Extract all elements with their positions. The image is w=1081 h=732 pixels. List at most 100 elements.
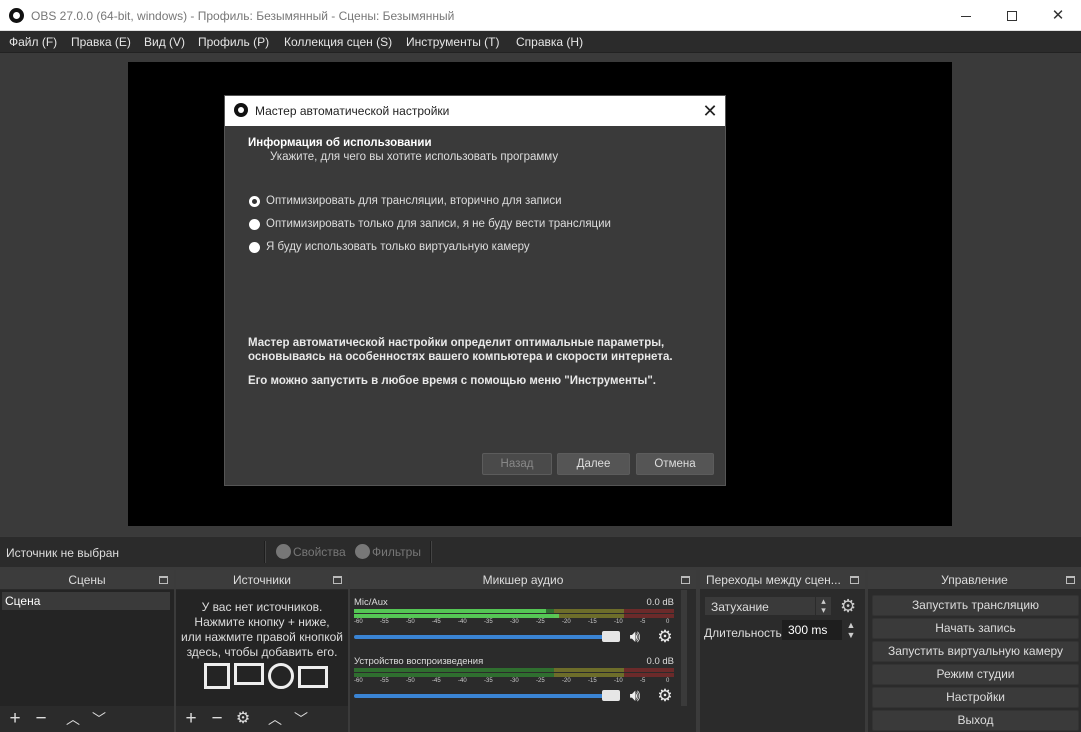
source-properties-gear-icon[interactable]: ⚙	[233, 710, 253, 728]
back-button[interactable]: Назад	[482, 453, 552, 475]
studio-mode-button[interactable]: Режим студии	[872, 664, 1079, 685]
meter-scale-tick: -45	[432, 619, 441, 625]
speaker-icon[interactable]: 🔊︎	[624, 628, 646, 646]
wizard-tools-hint: Его можно запустить в любое время с помо…	[248, 375, 656, 387]
float-dock-icon[interactable]	[159, 576, 168, 584]
mixer-dock-header: Микшер аудио	[350, 570, 696, 590]
meter-scale-tick: 0	[666, 678, 670, 684]
meter-scale-tick: -10	[614, 619, 623, 625]
menu-help[interactable]: Справка (H)	[516, 35, 583, 49]
gear-icon[interactable]: ⚙	[654, 687, 676, 705]
menu-view[interactable]: Вид (V)	[144, 35, 185, 49]
minimize-button[interactable]	[943, 0, 989, 31]
controls-dock-title: Управление	[941, 573, 1008, 587]
mixer-channels: Mic/Aux 0.0 dB -60 -55 -50 -45 -40 -35 -30 -25-…	[350, 590, 696, 732]
scenes-list[interactable]: Сцена	[0, 590, 174, 706]
slider-handle[interactable]	[602, 631, 620, 642]
channel-name: Устройство воспроизведения	[354, 656, 484, 667]
meter-scale-tick: -25	[536, 619, 545, 625]
add-source-button[interactable]: +	[181, 709, 201, 728]
meter-scale-tick: -15	[588, 619, 597, 625]
camera-icon	[298, 666, 328, 688]
move-scene-down-button[interactable]: ﹀	[89, 710, 109, 728]
wizard-description: Мастер автоматической настройки определи…	[248, 337, 665, 349]
add-scene-button[interactable]: +	[5, 709, 25, 728]
scene-list-item[interactable]: Сцена	[2, 592, 170, 610]
meter-scale-tick: -30	[510, 619, 519, 625]
sources-dock-header: Источники	[176, 570, 348, 590]
menu-tools[interactable]: Инструменты (T)	[406, 35, 499, 49]
duration-stepper[interactable]: ▲ ▼	[844, 620, 858, 640]
cancel-button[interactable]: Отмена	[636, 453, 714, 475]
float-dock-icon[interactable]	[681, 576, 690, 584]
slider-handle[interactable]	[602, 690, 620, 701]
dialog-title: Мастер автоматической настройки	[255, 104, 450, 118]
transitions-body: Затухание ▴ ▾ ⚙ Длительность 300 ms ▲ ▼	[700, 590, 865, 732]
chevron-updown-icon: ▴ ▾	[815, 597, 831, 615]
exit-button[interactable]: Выход	[872, 710, 1079, 731]
meter-scale-tick: -20	[562, 678, 571, 684]
remove-source-button[interactable]: −	[207, 709, 227, 728]
obs-logo-icon	[9, 8, 24, 23]
meter-scale-tick: -55	[380, 619, 389, 625]
transitions-dock-title: Переходы между сцен...	[706, 573, 841, 587]
close-window-button[interactable]: ✕	[1035, 0, 1081, 31]
duration-input[interactable]: 300 ms	[782, 620, 842, 640]
transitions-dock-header: Переходы между сцен...	[700, 570, 865, 590]
move-source-up-button[interactable]: ︿	[265, 710, 285, 728]
wizard-description: основываясь на особенностях вашего компь…	[248, 351, 673, 363]
start-streaming-button[interactable]: Запустить трансляцию	[872, 595, 1079, 616]
menu-edit[interactable]: Правка (E)	[71, 35, 131, 49]
float-dock-icon[interactable]	[333, 576, 342, 584]
gear-icon[interactable]: ⚙	[654, 628, 676, 646]
menu-bar: Файл (F) Правка (E) Вид (V) Профиль (P) …	[0, 31, 1081, 53]
image-icon	[204, 663, 230, 689]
scenes-dock-header: Сцены	[0, 570, 174, 590]
transitions-dock: Переходы между сцен... Затухание ▴ ▾ ⚙ Дл…	[700, 570, 865, 732]
duration-label: Длительность	[704, 626, 782, 640]
next-button[interactable]: Далее	[557, 453, 630, 475]
controls-dock-header: Управление	[868, 570, 1081, 590]
controls-body: Запустить трансляцию Начать запись Запус…	[868, 590, 1081, 732]
transition-select[interactable]: Затухание ▴ ▾	[704, 596, 832, 616]
menu-profile[interactable]: Профиль (P)	[198, 35, 269, 49]
start-virtual-camera-button[interactable]: Запустить виртуальную камеру	[872, 641, 1079, 662]
dialog-close-button[interactable]: ✕	[698, 99, 722, 123]
monitor-icon	[234, 663, 264, 685]
meter-scale-tick: -10	[614, 678, 623, 684]
menu-file[interactable]: Файл (F)	[9, 35, 57, 49]
float-dock-icon[interactable]	[850, 576, 859, 584]
radio-button-checked[interactable]	[249, 196, 260, 207]
mixer-scrollbar[interactable]	[681, 590, 687, 706]
start-recording-button[interactable]: Начать запись	[872, 618, 1079, 639]
meter-scale-tick: -50	[406, 619, 415, 625]
volume-slider[interactable]	[354, 690, 620, 701]
speaker-icon[interactable]: 🔊︎	[624, 687, 646, 705]
no-sources-message: У вас нет источников. Нажмите кнопку + н…	[176, 600, 348, 660]
close-icon: ✕	[1051, 7, 1065, 24]
transition-gear-icon[interactable]: ⚙	[840, 597, 856, 615]
volume-meter	[354, 668, 674, 672]
settings-button[interactable]: Настройки	[872, 687, 1079, 708]
radio-button[interactable]	[249, 219, 260, 230]
obs-logo-icon	[234, 103, 248, 117]
sources-list[interactable]: У вас нет источников. Нажмите кнопку + н…	[176, 590, 348, 706]
close-icon: ✕	[702, 101, 718, 121]
menu-scene-collection[interactable]: Коллекция сцен (S)	[284, 35, 392, 49]
properties-button[interactable]: Свойства	[276, 544, 346, 559]
no-sources-line: или нажмите правой кнопкой	[181, 630, 343, 644]
float-dock-icon[interactable]	[1066, 576, 1075, 584]
move-source-down-button[interactable]: ﹀	[291, 710, 311, 728]
move-scene-up-button[interactable]: ︿	[63, 710, 83, 728]
filters-button[interactable]: Фильтры	[355, 544, 421, 559]
dialog-title-bar: Мастер автоматической настройки ✕	[225, 96, 725, 126]
meter-scale-tick: -40	[458, 619, 467, 625]
usage-info-heading: Информация об использовании	[248, 137, 432, 149]
volume-slider[interactable]	[354, 631, 620, 642]
option-label: Оптимизировать только для записи, я не б…	[266, 218, 611, 230]
maximize-button[interactable]	[989, 0, 1035, 31]
radio-button[interactable]	[249, 242, 260, 253]
auto-config-wizard-dialog: Мастер автоматической настройки ✕ Информ…	[224, 95, 726, 486]
filters-icon	[355, 544, 370, 559]
remove-scene-button[interactable]: −	[31, 709, 51, 728]
